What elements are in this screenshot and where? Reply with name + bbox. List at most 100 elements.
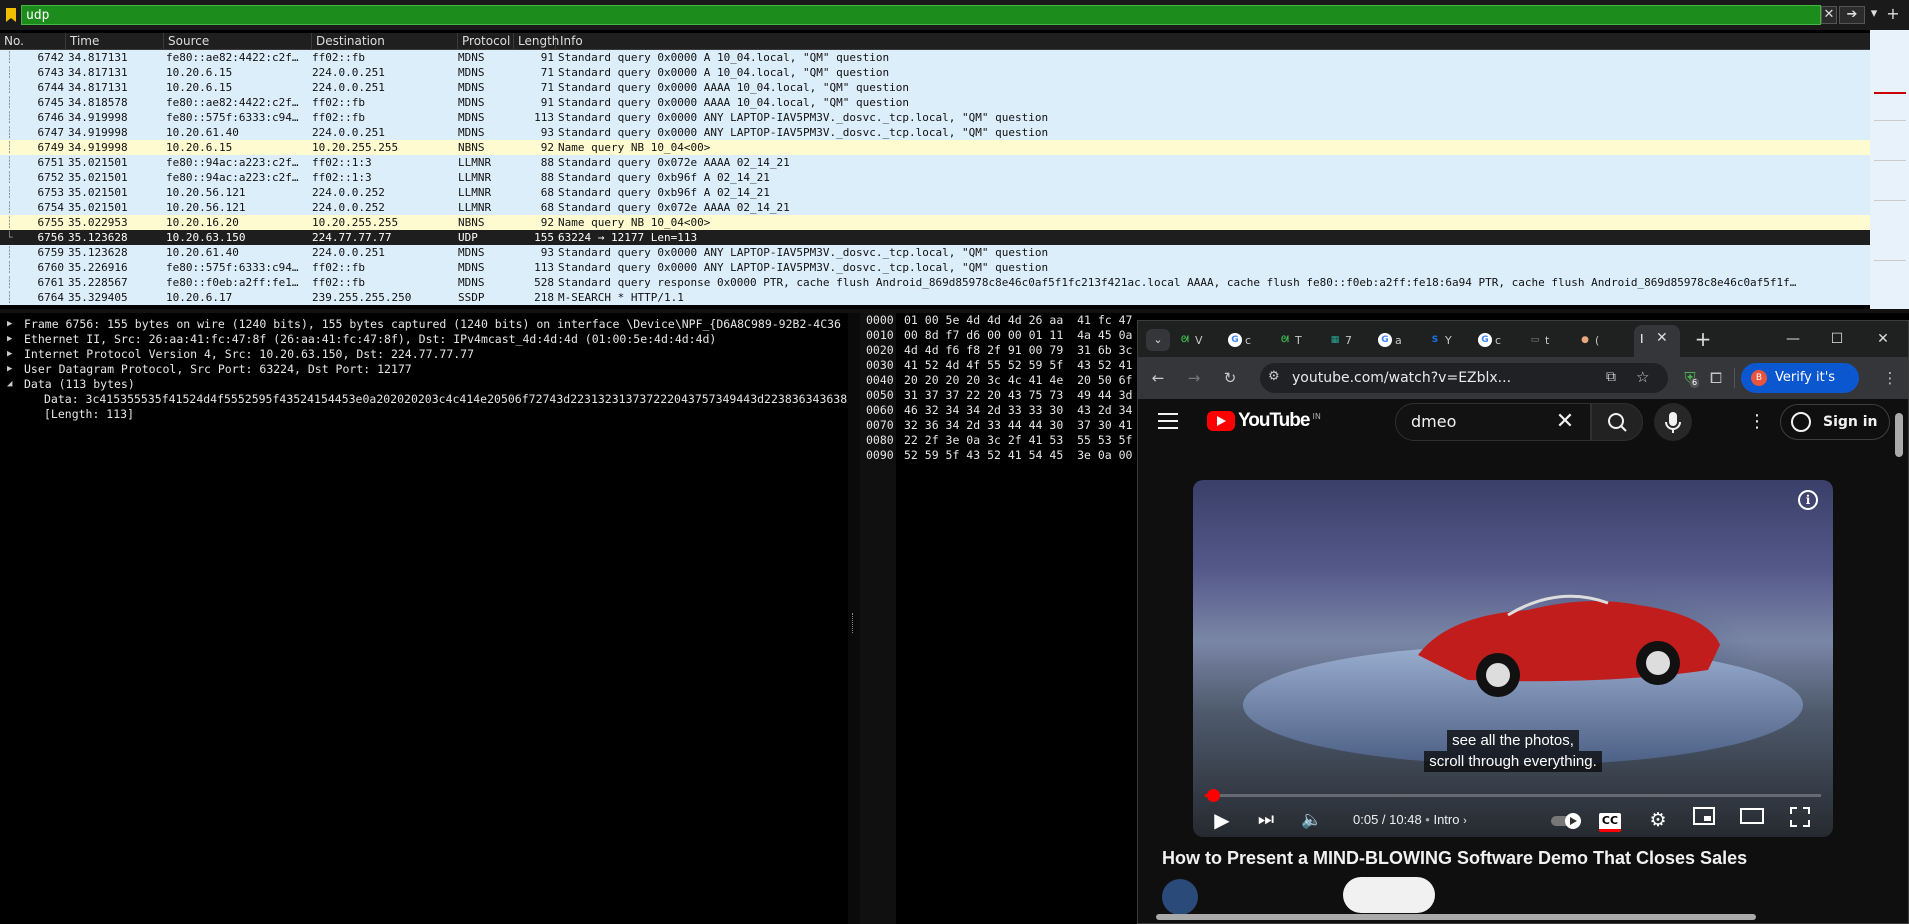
- clear-filter-icon[interactable]: ✕: [1821, 6, 1837, 24]
- collapsed-triangle-icon[interactable]: ▶: [7, 362, 12, 377]
- url-text[interactable]: youtube.com/watch?v=EZblx...: [1292, 363, 1511, 393]
- tab-8[interactable]: ●(: [1578, 329, 1599, 351]
- table-row[interactable]: ┊ 6742 34.817131 fe80::ae82:4422:c2f… ff02::…: [0, 50, 1870, 65]
- table-row[interactable]: ┊ 6752 35.021501 fe80::94ac:a223:c2f… ff02::…: [0, 170, 1870, 185]
- hex-byte-row[interactable]: 01 00 5e 4d 4d 4d 26 aa 41 fc 47: [904, 313, 1153, 328]
- bookmark-star-icon[interactable]: ☆: [1636, 368, 1649, 386]
- table-row[interactable]: ┊ 6764 35.329405 10.20.6.17 239.255.255.250 S…: [0, 290, 1870, 305]
- verify-its-you-button[interactable]: B Verify it's you: [1741, 363, 1859, 415]
- maximize-icon[interactable]: ☐: [1822, 327, 1852, 351]
- sign-in-button[interactable]: Sign in: [1780, 404, 1890, 440]
- table-row[interactable]: ┊ 6755 35.022953 10.20.16.20 10.20.255.255 NB…: [0, 215, 1870, 230]
- youtube-logo[interactable]: YouTube IN: [1207, 409, 1321, 433]
- table-row[interactable]: ┊ 6746 34.919998 fe80::575f:6333:c94… ff02::…: [0, 110, 1870, 125]
- play-icon[interactable]: ▶: [1207, 807, 1237, 833]
- vertical-splitter[interactable]: [848, 313, 860, 924]
- collapsed-triangle-icon[interactable]: ▶: [7, 332, 12, 347]
- info-icon[interactable]: i: [1798, 490, 1818, 510]
- search-input[interactable]: dmeo: [1411, 404, 1456, 440]
- settings-gear-icon[interactable]: ⚙: [1643, 807, 1673, 833]
- page-scroll-thumb[interactable]: [1895, 413, 1903, 457]
- hex-byte-row[interactable]: 00 8d f7 d6 00 00 01 11 4a 45 0a: [904, 328, 1153, 343]
- chapter-chevron-right-icon[interactable]: ›: [1463, 815, 1467, 827]
- page-scrollbar[interactable]: [1890, 399, 1908, 923]
- theater-mode-icon[interactable]: [1737, 807, 1767, 833]
- apply-filter-icon[interactable]: ➔: [1839, 6, 1865, 24]
- table-row[interactable]: ┊ 6751 35.021501 fe80::94ac:a223:c2f… ff02::…: [0, 155, 1870, 170]
- progress-bar[interactable]: [1205, 789, 1821, 802]
- collapsed-triangle-icon[interactable]: ▶: [7, 317, 12, 332]
- recent-filters-chevron-down-icon[interactable]: ▾: [1867, 6, 1881, 24]
- table-row[interactable]: ┊ 6745 34.818578 fe80::ae82:4422:c2f… ff02::…: [0, 95, 1870, 110]
- display-filter-input[interactable]: [21, 5, 1821, 25]
- detail-tree-item[interactable]: ◢ Data (113 bytes): [0, 377, 848, 392]
- extensions-puzzle-icon[interactable]: ⧠: [1704, 366, 1728, 390]
- video-frame[interactable]: see all the photos, scroll through every…: [1193, 480, 1833, 837]
- search-button[interactable]: [1591, 403, 1643, 441]
- column-header-length[interactable]: Length: [514, 33, 559, 50]
- scrubber-handle[interactable]: [1207, 789, 1220, 802]
- site-info-icon[interactable]: ⚙: [1268, 369, 1280, 384]
- next-icon[interactable]: ⏭: [1251, 807, 1281, 833]
- extension-shield-icon[interactable]: ⛨ 6: [1678, 366, 1702, 390]
- tab-2[interactable]: ᘛT: [1278, 329, 1302, 351]
- volume-icon[interactable]: 🔈: [1297, 807, 1327, 833]
- tab-6[interactable]: Gc: [1478, 329, 1501, 351]
- close-tab-icon[interactable]: ✕: [1656, 330, 1668, 346]
- tab-search-chevron-down-icon[interactable]: ⌄: [1146, 329, 1170, 351]
- hamburger-menu-icon[interactable]: [1158, 413, 1178, 429]
- column-header-time[interactable]: Time: [66, 33, 164, 50]
- column-header-source[interactable]: Source: [164, 33, 312, 50]
- voice-search-button[interactable]: [1654, 403, 1692, 441]
- chapter-label[interactable]: Intro: [1433, 812, 1459, 827]
- minimize-icon[interactable]: —: [1778, 327, 1808, 351]
- hex-byte-row[interactable]: 31 37 37 22 20 43 75 73 49 44 3d: [904, 388, 1153, 403]
- tab-1[interactable]: Gc: [1228, 329, 1251, 351]
- channel-name[interactable]: [1210, 883, 1300, 895]
- channel-avatar[interactable]: [1162, 879, 1198, 915]
- tab-4[interactable]: Ga: [1378, 329, 1402, 351]
- table-row[interactable]: ┊ 6744 34.817131 10.20.6.15 224.0.0.251 MDNS 7…: [0, 80, 1870, 95]
- settings-kebab-icon[interactable]: ⋮: [1747, 411, 1767, 433]
- fullscreen-icon[interactable]: [1785, 807, 1815, 833]
- tab-5[interactable]: SY: [1428, 329, 1452, 351]
- hex-byte-row[interactable]: 52 59 5f 43 52 41 54 45 3e 0a 00: [904, 448, 1153, 463]
- add-filter-button[interactable]: +: [1884, 6, 1902, 24]
- hex-byte-row[interactable]: 22 2f 3e 0a 3c 2f 41 53 55 53 5f: [904, 433, 1153, 448]
- subscribe-button[interactable]: [1343, 877, 1435, 913]
- table-row[interactable]: ┊ 6743 34.817131 10.20.6.15 224.0.0.251 MDNS 7…: [0, 65, 1870, 80]
- hex-byte-row[interactable]: 4d 4d f6 f8 2f 91 00 79 31 6b 3c: [904, 343, 1153, 358]
- video-title[interactable]: How to Present a MIND-BLOWING Software D…: [1162, 848, 1747, 869]
- collapsed-triangle-icon[interactable]: ▶: [7, 347, 12, 362]
- reload-icon[interactable]: ↻: [1218, 366, 1242, 390]
- table-row[interactable]: ┊ 6761 35.228567 fe80::f0eb:a2ff:fe1… ff02::…: [0, 275, 1870, 290]
- close-window-icon[interactable]: ✕: [1868, 327, 1898, 351]
- detail-tree-item[interactable]: ▶ Frame 6756: 155 bytes on wire (1240 bit…: [0, 317, 848, 332]
- column-header-protocol[interactable]: Protocol: [458, 33, 514, 50]
- bookmark-icon[interactable]: [5, 7, 17, 23]
- table-row[interactable]: └ 6756 35.123628 10.20.63.150 224.77.77.77 UD…: [0, 230, 1870, 245]
- column-header-info[interactable]: Info: [556, 33, 1870, 50]
- detail-tree-item[interactable]: Data: 3c415355535f41524d4f5552595f435241…: [0, 392, 848, 407]
- hex-byte-row[interactable]: 20 20 20 20 3c 4c 41 4e 20 50 6f 72: [904, 373, 1153, 388]
- table-row[interactable]: ┊ 6753 35.021501 10.20.56.121 224.0.0.252 LLM…: [0, 185, 1870, 200]
- forward-arrow-icon[interactable]: →: [1182, 366, 1206, 390]
- packet-list-scrollbar[interactable]: [1870, 30, 1909, 310]
- clear-search-icon[interactable]: ✕: [1547, 404, 1583, 440]
- detail-tree-item[interactable]: ▶ User Datagram Protocol, Src Port: 63224…: [0, 362, 848, 377]
- hex-byte-row[interactable]: 46 32 34 34 2d 33 33 30 43 2d 34: [904, 403, 1153, 418]
- horizontal-scroll-thumb[interactable]: [1156, 914, 1756, 920]
- autoplay-toggle[interactable]: [1549, 807, 1585, 833]
- detail-tree-item[interactable]: ▶ Internet Protocol Version 4, Src: 10.20…: [0, 347, 848, 362]
- table-row[interactable]: ┊ 6760 35.226916 fe80::575f:6333:c94… ff02::…: [0, 260, 1870, 275]
- back-arrow-icon[interactable]: ←: [1146, 366, 1170, 390]
- column-header-destination[interactable]: Destination: [312, 33, 458, 50]
- packet-list[interactable]: No. Time Source Destination Protocol Len…: [0, 33, 1870, 309]
- tab-3[interactable]: ▦ 7: [1328, 329, 1352, 351]
- miniplayer-icon[interactable]: [1689, 807, 1719, 833]
- video-player[interactable]: see all the photos, scroll through every…: [1193, 480, 1833, 837]
- hex-byte-row[interactable]: 41 52 4d 4f 55 52 59 5f 43 52 41: [904, 358, 1153, 373]
- address-bar[interactable]: ⚙ youtube.com/watch?v=EZblx... ⧉ ☆: [1260, 363, 1668, 393]
- chrome-menu-kebab-icon[interactable]: ⋮: [1878, 366, 1902, 390]
- captions-cc-button[interactable]: CC: [1595, 807, 1625, 833]
